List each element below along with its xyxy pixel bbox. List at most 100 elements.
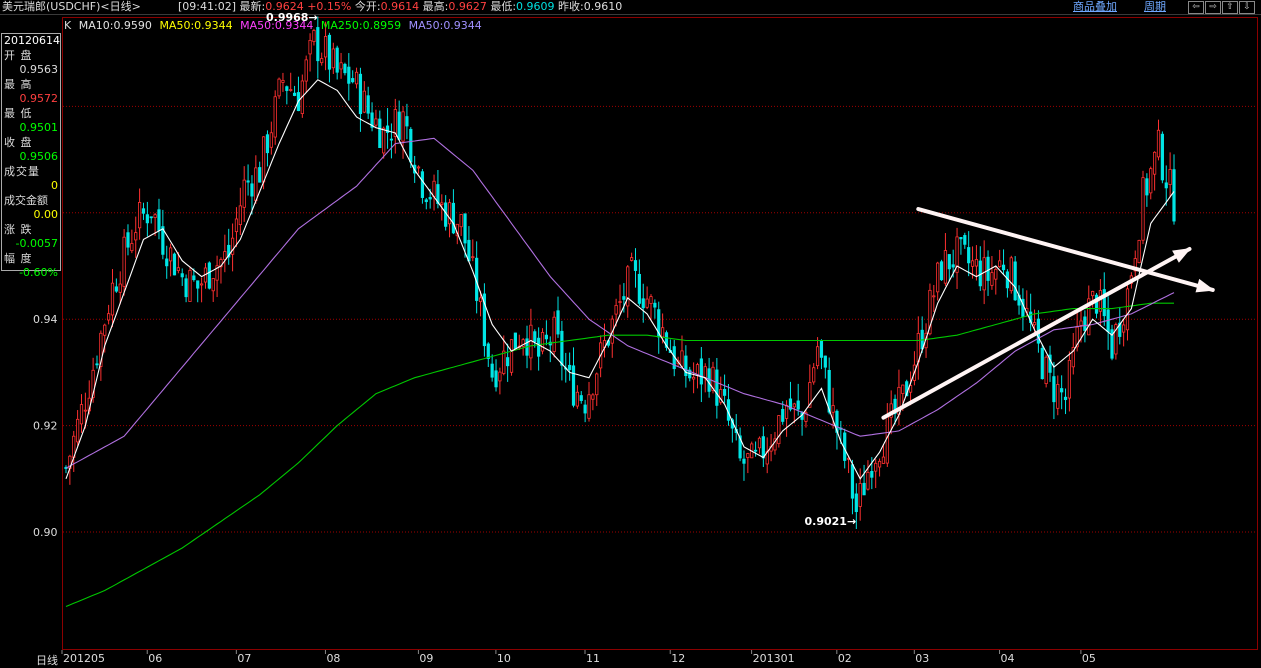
candlestick-chart[interactable]: 0.900.920.94201205 06 07 08 09 10 11 12 201301 02… [0,0,1261,668]
info-date: 20120614 [4,34,60,47]
candle-body [269,132,273,148]
candle-body [587,394,591,419]
candle-body [1013,261,1017,301]
candle-body [699,358,703,385]
period-label: 日线 [36,654,58,667]
info-change: -0.0057 [15,237,58,250]
candle-body [316,27,320,62]
candle-body [823,355,827,368]
candle-body [1009,257,1013,292]
legend-ma50-c: MA50:0.9344 [408,19,482,32]
candle-body [1052,376,1056,403]
candle-body [1001,264,1006,271]
candle-body [850,464,855,499]
candle-body [1083,316,1087,331]
candle-body [703,366,707,379]
candle-body [633,260,638,271]
candle-body [614,304,618,315]
candle-body [1060,388,1064,393]
x-tick-label: 12 [671,652,685,665]
candle-body [579,395,583,401]
candle-body [145,214,149,224]
info-volume: 0 [51,179,58,192]
candle-body [126,232,130,248]
candle-body [397,111,401,140]
candle-body [176,267,180,271]
legend-k: K [64,19,72,32]
candle-body [723,389,727,396]
candle-body [936,262,940,293]
candle-body [165,258,169,267]
candle-body [354,71,359,85]
candle-body [641,298,645,309]
candle-body [250,183,254,197]
candle-body [653,302,657,308]
candle-body [118,283,122,293]
info-close-label: 收 盘 [4,135,33,149]
candle-body [796,400,800,410]
candle-body [986,256,990,281]
candle-body [1153,151,1157,175]
candle-body [901,384,905,395]
candle-body [292,92,297,96]
candle-body [947,254,951,270]
candle-body [540,332,545,352]
x-tick-label: 04 [1001,652,1015,665]
candle-body [513,332,517,350]
info-pct-label: 幅 度 [4,251,33,265]
candle-body [76,418,80,443]
candle-body [943,250,948,284]
x-tick-label: 09 [419,652,433,665]
candle-body [866,472,870,490]
candle-body [382,127,386,154]
candle-body [192,275,196,281]
candle-body [134,232,138,241]
candle-body [130,243,134,252]
candle-body [637,273,641,304]
candle-body [114,286,118,292]
x-tick-label: 03 [915,652,929,665]
candle-body [715,369,719,406]
candle-body [967,247,971,264]
candle-body [661,327,665,338]
candle-body [815,346,820,367]
x-tick-label: 07 [237,652,251,665]
legend-ma50-a: MA50:0.9344 [159,19,233,32]
legend-ma10: MA10:0.9590 [78,19,152,32]
candle-body [238,205,242,226]
candle-body [188,269,192,302]
info-open-label: 开 盘 [4,48,33,62]
candle-body [83,409,87,412]
info-low-label: 最 低 [4,106,33,120]
candle-body [351,78,355,83]
candle-body [982,257,986,291]
resistance-arrow-line [916,207,1215,292]
candle-body [1172,169,1176,222]
candle-body [428,197,432,200]
candle-body [107,313,111,321]
info-amount: 0.00 [33,208,59,221]
info-low: 0.9501 [19,121,59,134]
info-open: 0.9563 [19,63,59,76]
candle-body [533,331,537,343]
info-high-label: 最 高 [4,77,33,91]
candle-body [963,235,967,245]
candle-body [199,283,204,286]
candle-body [622,296,626,300]
candle-body [211,278,215,292]
candle-body [1056,384,1060,409]
candle-body [172,253,177,276]
support-arrow-head [1172,248,1192,263]
candle-body [994,268,998,280]
candle-body [680,350,684,367]
candle-body [959,237,963,240]
candle-body [138,202,142,229]
candle-body [874,462,878,472]
y-tick-label: 0.92 [33,420,58,433]
candle-body [378,118,382,149]
x-tick-label: 05 [1082,652,1096,665]
x-tick-label: 11 [586,652,600,665]
info-change-label: 涨 跌 [4,222,33,236]
candle-body [374,118,378,126]
candle-body [591,394,595,400]
